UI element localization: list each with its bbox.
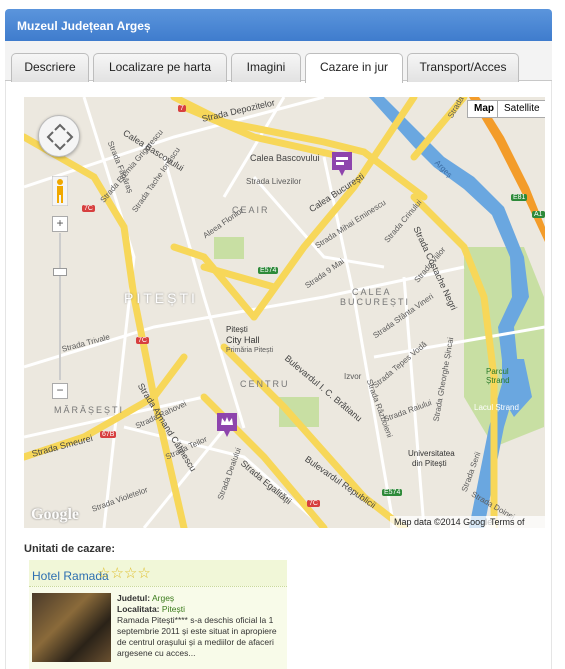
zoom-out-button[interactable]: −: [52, 383, 68, 399]
shield-7c-a: 7C: [82, 205, 95, 212]
google-logo: Google: [31, 506, 79, 523]
accommodation-section-title: Unitati de cazare:: [24, 543, 116, 555]
label-calea: CALEA: [352, 287, 392, 297]
pan-arrows-icon: [46, 123, 74, 151]
accommodation-card-body: Judetul: Argeș Localitata: Pitești Ramad…: [29, 586, 287, 669]
label-primaria: Primăria Pitești: [226, 347, 274, 354]
accommodation-card-header: Hotel Ramada ☆☆☆☆: [29, 560, 287, 586]
terms-of-use-link[interactable]: Terms of Use: [486, 516, 545, 528]
crown-marker-icon[interactable]: [217, 413, 237, 437]
shield-7: 7: [178, 105, 186, 112]
plus-icon: +: [56, 216, 64, 230]
hotel-info: Judetul: Argeș Localitata: Pitești Ramad…: [117, 593, 285, 659]
tab-localizare[interactable]: Localizare pe harta: [93, 53, 227, 82]
label-calea-bascovului-2: Calea Bascovului: [250, 153, 320, 163]
label-izvor: Izvor: [344, 372, 362, 381]
label-city-hall-2: City Hall: [226, 335, 260, 345]
label-centru: CENTRU: [240, 379, 290, 389]
shield-7c-c: 7C: [307, 500, 320, 507]
shield-e574-a: E574: [258, 267, 279, 274]
label-pitesti: PITEȘTI: [124, 290, 198, 306]
map-type-map-button[interactable]: Map: [467, 100, 501, 118]
zoom-slider-handle[interactable]: [53, 268, 67, 276]
label-marasesti: MĂRĂȘEȘTI: [54, 405, 125, 415]
zoom-in-button[interactable]: +: [52, 216, 68, 232]
label-parc-strand-1: Parcul: [486, 367, 509, 376]
page-title-bar: Muzeul Județean Argeș: [5, 9, 552, 41]
map-view[interactable]: Strada Depozitelor Calea Bascovului Cale…: [24, 97, 545, 528]
hotel-county-row: Judetul: Argeș: [117, 593, 175, 603]
hotel-locality: Pitești: [161, 604, 186, 614]
tab-imagini[interactable]: Imagini: [231, 53, 301, 82]
shield-e574-b: E574: [382, 489, 403, 496]
map-type-satellite-button[interactable]: Satellite: [497, 100, 545, 118]
tab-cazare[interactable]: Cazare in jur: [305, 53, 403, 83]
label-str-livezilor: Strada Livezilor: [246, 177, 302, 186]
hotel-thumbnail-image[interactable]: [32, 593, 111, 662]
hotel-description: Ramada Pitești**** s-a deschis oficial l…: [117, 615, 277, 658]
zoom-slider-track[interactable]: [59, 233, 61, 380]
shield-a1: A1: [532, 211, 545, 218]
minus-icon: −: [56, 383, 64, 397]
label-universitatea-1: Universitatea: [408, 449, 455, 458]
map-attribution: Map data ©2014 Google: [390, 516, 497, 528]
shield-e81: E81: [511, 194, 528, 201]
page-title: Muzeul Județean Argeș: [17, 19, 151, 33]
hotel-marker-icon[interactable]: [332, 152, 352, 176]
tab-transport[interactable]: Transport/Acces: [407, 53, 519, 82]
tab-bar: Descriere Localizare pe harta Imagini Ca…: [5, 41, 552, 83]
hotel-county: Argeș: [151, 593, 175, 603]
shield-7c-b: 7C: [136, 337, 149, 344]
accommodation-card: Hotel Ramada ☆☆☆☆ Judetul: Argeș Localit…: [29, 560, 287, 669]
map-pan-control[interactable]: [38, 115, 80, 157]
star-rating-icon: ☆☆☆☆: [97, 565, 151, 582]
label-bucuresti-district: BUCUREȘTI: [340, 297, 411, 307]
street-view-pegman-icon[interactable]: [52, 176, 68, 206]
label-lacul-strand: Lacul Ștrand: [474, 403, 519, 412]
label-parc-strand-2: Ștrand: [486, 376, 510, 385]
label-city-hall-1: Pitești: [226, 325, 248, 334]
shield-67b: 67B: [100, 431, 117, 438]
hotel-locality-row: Localitata: Pitești: [117, 604, 186, 614]
label-universitatea-2: din Pitești: [412, 459, 447, 468]
label-ceair: CEAIR: [232, 205, 270, 215]
tab-descriere[interactable]: Descriere: [11, 53, 89, 82]
